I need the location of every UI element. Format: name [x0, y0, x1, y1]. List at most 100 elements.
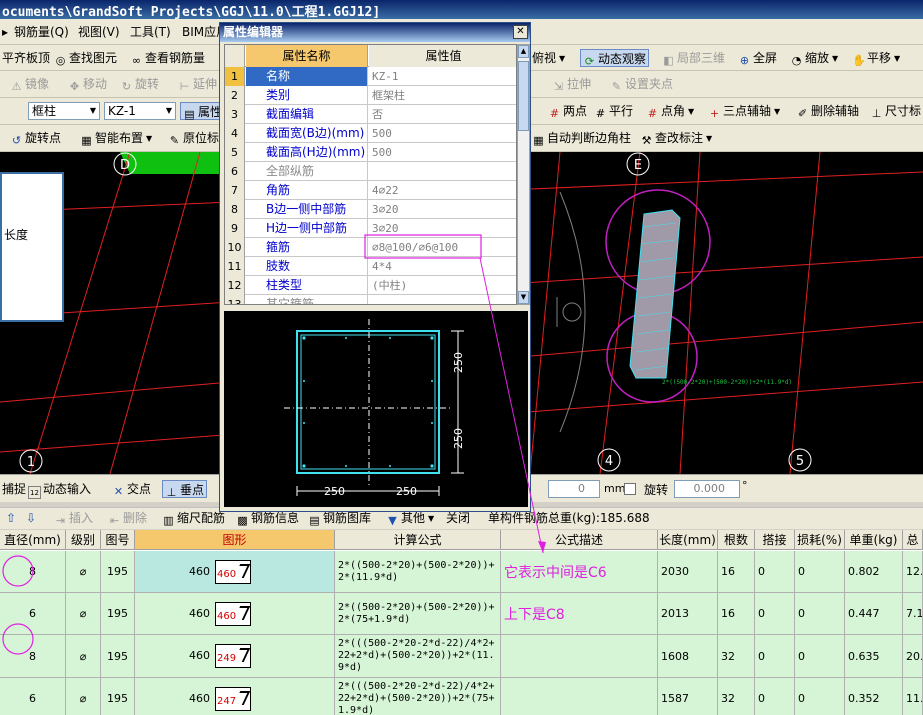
figure-no-cell[interactable]: 195	[101, 678, 135, 715]
formula-cell[interactable]: 2*(((500-2*20-2*d-22)/4*2+22+2*d)+(500-2…	[335, 635, 501, 678]
col-loss[interactable]: 损耗(%)	[795, 530, 845, 550]
property-value[interactable]: KZ-1	[369, 67, 516, 86]
loss-cell[interactable]: 0	[795, 551, 845, 593]
formula-cell[interactable]: 2*((500-2*20)+(500-2*20))+2*(11.9*d)	[335, 551, 501, 593]
lap-cell[interactable]: 0	[755, 593, 795, 635]
col-diameter[interactable]: 直径(mm)	[0, 530, 66, 550]
col-figure-no[interactable]: 图号	[101, 530, 135, 550]
diameter-cell[interactable]: 6	[0, 678, 66, 715]
property-row[interactable]: 9 H边一侧中部筋 3⌀20	[225, 219, 516, 238]
rotate-button[interactable]: ↻ 旋转	[118, 75, 161, 93]
grade-cell[interactable]: ⌀	[66, 593, 101, 635]
stretch-button[interactable]: ⇲ 拉伸	[550, 75, 593, 93]
property-value[interactable]: 500	[369, 124, 516, 143]
smart-layout-button[interactable]: ▦ 智能布置 ▼	[78, 129, 154, 147]
snap-toggle[interactable]: 捕捉	[0, 480, 28, 498]
col-count[interactable]: 根数	[718, 530, 755, 550]
grade-cell[interactable]: ⌀	[66, 551, 101, 593]
property-row[interactable]: 8 B边一侧中部筋 3⌀20	[225, 200, 516, 219]
shape-cell[interactable]: 460 249	[135, 635, 335, 678]
dynamic-input-toggle[interactable]: 12 动态输入	[26, 480, 93, 499]
col-formula-desc[interactable]: 公式描述	[501, 530, 658, 550]
col-length[interactable]: 长度(mm)	[658, 530, 718, 550]
insert-button[interactable]: ⇥ 插入	[52, 509, 95, 527]
length-cell[interactable]: 2013	[658, 593, 718, 635]
perpendicular-snap[interactable]: ⊥ 垂点	[162, 480, 208, 499]
scroll-down-arrow[interactable]: ▼	[518, 291, 529, 304]
col-total[interactable]: 总	[903, 530, 923, 550]
align-slab-top-button[interactable]: 平齐板顶	[0, 49, 52, 67]
rotate-checkbox[interactable]	[624, 483, 636, 495]
unit-weight-cell[interactable]: 0.635	[845, 635, 903, 678]
menu-tools[interactable]: 工具(T)	[128, 23, 173, 41]
property-value[interactable]: 框架柱	[369, 86, 516, 105]
set-grip-button[interactable]: ✎ 设置夹点	[608, 75, 675, 93]
dynamic-view-button[interactable]: ⟳ 动态观察	[580, 49, 650, 68]
formula-cell[interactable]: 2*((500-2*20)+(500-2*20))+2*(75+1.9*d)	[335, 593, 501, 635]
local-3d-button[interactable]: ◧ 局部三维	[660, 49, 727, 67]
unit-weight-cell[interactable]: 0.802	[845, 551, 903, 593]
element-type-select[interactable]: 框柱 ▼	[28, 102, 100, 120]
pan-button[interactable]: ✋平移 ▼	[850, 49, 902, 67]
formula-description[interactable]: 上下是C8	[501, 593, 658, 635]
property-value[interactable]	[369, 295, 516, 304]
find-element-button[interactable]: ◎ 查找图元	[52, 49, 119, 67]
scroll-up-arrow[interactable]: ▲	[518, 45, 529, 58]
unit-weight-cell[interactable]: 0.352	[845, 678, 903, 715]
shape-cell[interactable]: 460 460	[135, 551, 335, 593]
zoom-button[interactable]: ◔ 缩放 ▼	[788, 49, 840, 67]
property-value[interactable]: ⌀8@100/⌀6@100	[369, 238, 516, 257]
extend-button[interactable]: ⊢ 延伸	[176, 75, 219, 93]
property-row[interactable]: 5 截面高(H边)(mm) 500	[225, 143, 516, 162]
total-weight-cell[interactable]: 20.	[903, 635, 923, 678]
col-shape[interactable]: 图形	[135, 530, 335, 550]
three-point-axis-button[interactable]: + 三点辅轴 ▼	[706, 102, 782, 120]
rotate-point-button[interactable]: ↺ 旋转点	[8, 129, 63, 147]
property-row[interactable]: 12 柱类型 (中柱)	[225, 276, 516, 295]
lap-cell[interactable]: 0	[755, 635, 795, 678]
property-row[interactable]: 2 类别 框架柱	[225, 86, 516, 105]
parallel-axis-button[interactable]: # 平行	[592, 102, 635, 120]
menu-cut[interactable]: ▸	[0, 23, 10, 41]
element-name-select[interactable]: KZ-1 ▼	[104, 102, 176, 120]
count-cell[interactable]: 16	[718, 593, 755, 635]
formula-description[interactable]	[501, 678, 658, 715]
figure-no-cell[interactable]: 195	[101, 551, 135, 593]
col-lap[interactable]: 搭接	[755, 530, 795, 550]
dimension-button[interactable]: ⊥ 尺寸标	[868, 102, 923, 120]
col-grade[interactable]: 级别	[66, 530, 101, 550]
property-row[interactable]: 1 名称 KZ-1	[225, 67, 516, 86]
property-row[interactable]: 3 截面编辑否	[225, 105, 516, 124]
edit-annotation-button[interactable]: ⚒ 查改标注 ▼	[638, 129, 714, 147]
property-scrollbar[interactable]: ▲ ▼	[517, 44, 530, 305]
diameter-cell[interactable]: 8	[0, 551, 66, 593]
menu-view[interactable]: 视图(V)	[76, 23, 122, 41]
loss-cell[interactable]: 0	[795, 635, 845, 678]
property-row[interactable]: 11 肢数 4*4	[225, 257, 516, 276]
auto-corner-column-button[interactable]: ▦ 自动判断边角柱	[530, 129, 633, 147]
property-value[interactable]: 500	[369, 143, 516, 162]
mirror-button[interactable]: ⚠ 镜像	[8, 75, 51, 93]
diameter-cell[interactable]: 8	[0, 635, 66, 678]
scale-rebar-button[interactable]: ▥ 缩尺配筋	[160, 509, 227, 527]
figure-no-cell[interactable]: 195	[101, 635, 135, 678]
figure-no-cell[interactable]: 195	[101, 593, 135, 635]
property-value[interactable]	[369, 162, 516, 181]
property-value[interactable]: (中柱)	[369, 276, 516, 295]
shape-cell[interactable]: 460 247	[135, 678, 335, 715]
property-value[interactable]: 3⌀20	[369, 200, 516, 219]
length-cell[interactable]: 2030	[658, 551, 718, 593]
shape-cell[interactable]: 460 460	[135, 593, 335, 635]
unit-weight-cell[interactable]: 0.447	[845, 593, 903, 635]
property-row[interactable]: 6 全部纵筋	[225, 162, 516, 181]
delete-button[interactable]: ⇤ 删除	[106, 509, 149, 527]
column-3d[interactable]	[605, 189, 711, 403]
lap-cell[interactable]: 0	[755, 551, 795, 593]
length-cell[interactable]: 1608	[658, 635, 718, 678]
fullscreen-button[interactable]: ⊕ 全屏	[736, 49, 779, 67]
in-place-annotation-button[interactable]: ✎ 原位标	[166, 129, 221, 147]
move-up-button[interactable]: ⇧	[4, 509, 18, 527]
point-angle-button[interactable]: # 点角 ▼	[644, 102, 696, 120]
menu-rebar[interactable]: 钢筋量(Q)	[12, 23, 71, 41]
diameter-cell[interactable]: 6	[0, 593, 66, 635]
